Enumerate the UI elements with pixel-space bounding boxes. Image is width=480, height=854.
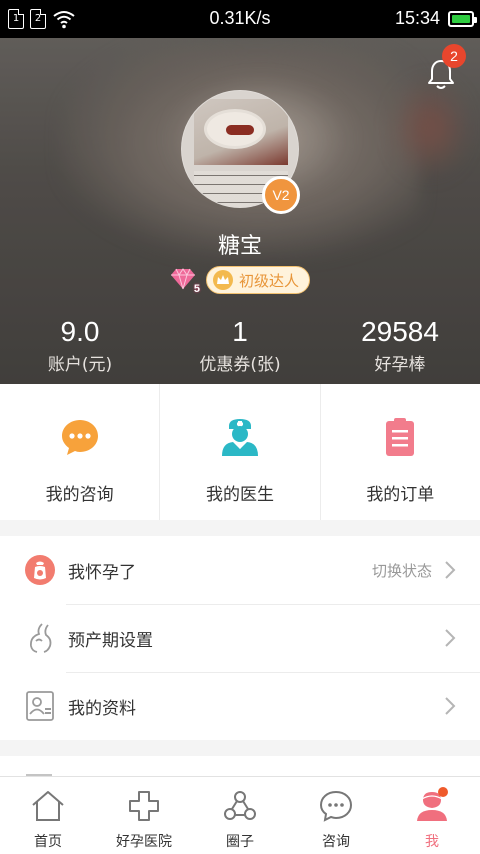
list-item-due-date[interactable]: 预产期设置 [0,604,480,672]
stat-label: 账户(元) [47,355,113,375]
clock: 15:34 [394,8,440,28]
quick-action-label: 我的咨询 [45,485,114,505]
new-notice-dot [438,787,448,797]
rank-title-badge[interactable]: 初级达人 [205,266,310,294]
profile-header: 2 V2 糖宝 5 初级达人 9.0 账户(元) 1 优惠券(张) 29584 … [0,38,480,384]
nav-hospital[interactable]: 好孕医院 [96,777,192,854]
notification-count-badge: 2 [442,44,466,68]
doctor-icon [221,419,258,456]
crown-icon [212,270,233,290]
my-doctors-button[interactable]: 我的医生 [160,384,321,520]
nav-home[interactable]: 首页 [0,777,96,854]
list-item-label: 我的资料 [68,698,136,719]
stat-label: 优惠券(张) [199,355,281,375]
chevron-right-icon [445,561,456,579]
quick-action-label: 我的订单 [366,485,435,505]
nav-community[interactable]: 圈子 [192,777,288,854]
nav-me[interactable]: 我 [384,777,480,854]
list-item-label: 预产期设置 [68,630,153,651]
battery-icon [448,10,477,27]
settings-list: 我怀孕了 切换状态 预产期设置 我的资料 [0,536,480,740]
circle-community-icon [224,791,256,820]
gem-level-badge: 5 [170,268,200,295]
consult-chat-icon [319,790,353,822]
nav-label: 好孕医院 [116,834,172,850]
nav-label: 我 [425,834,439,850]
quick-actions: 我的咨询 我的医生 我的订单 [0,384,480,520]
user-nickname: 糖宝 [217,234,262,259]
diamond-icon [170,268,195,290]
nav-label: 咨询 [322,834,350,850]
my-consultations-button[interactable]: 我的咨询 [0,384,161,520]
list-item-pregnancy-status[interactable]: 我怀孕了 切换状态 [0,536,480,604]
stat-points[interactable]: 29584 好孕棒 [320,316,480,375]
stat-label: 好孕棒 [374,355,426,375]
list-item-my-profile[interactable]: 我的资料 [0,672,480,740]
chevron-right-icon [445,629,456,647]
stat-value: 9.0 [60,316,100,347]
clipboard-icon [386,418,415,456]
hospital-cross-icon [129,791,159,821]
profile-card-icon [26,691,54,721]
quick-action-label: 我的医生 [205,485,274,505]
home-icon [32,791,64,821]
my-orders-button[interactable]: 我的订单 [321,384,480,520]
stat-value: 1 [232,316,248,347]
bottom-navigation: 首页 好孕医院 圈子 咨询 我 [0,776,480,854]
belly-icon [30,623,52,653]
stat-account-balance[interactable]: 9.0 账户(元) [0,316,160,375]
pregnancy-icon [25,555,55,585]
chevron-right-icon [445,697,456,715]
user-stats: 9.0 账户(元) 1 优惠券(张) 29584 好孕棒 [0,316,480,375]
second-list-section [0,756,480,776]
notification-bell-button[interactable]: 2 [426,44,466,92]
rank-title-label: 初级达人 [238,271,299,290]
vip-level-badge: V2 [262,176,300,214]
nav-label: 圈子 [226,834,254,850]
nav-consult[interactable]: 咨询 [288,777,384,854]
gem-level-number: 5 [193,283,200,295]
nav-label: 首页 [34,834,62,850]
stat-coupons[interactable]: 1 优惠券(张) [160,316,320,375]
chat-bubble-icon [61,420,98,455]
switch-status-hint: 切换状态 [371,561,432,580]
list-item-label: 我怀孕了 [68,562,136,583]
status-bar: 1 2 0.31K/s 15:34 [0,0,480,38]
stat-value: 29584 [361,316,439,347]
